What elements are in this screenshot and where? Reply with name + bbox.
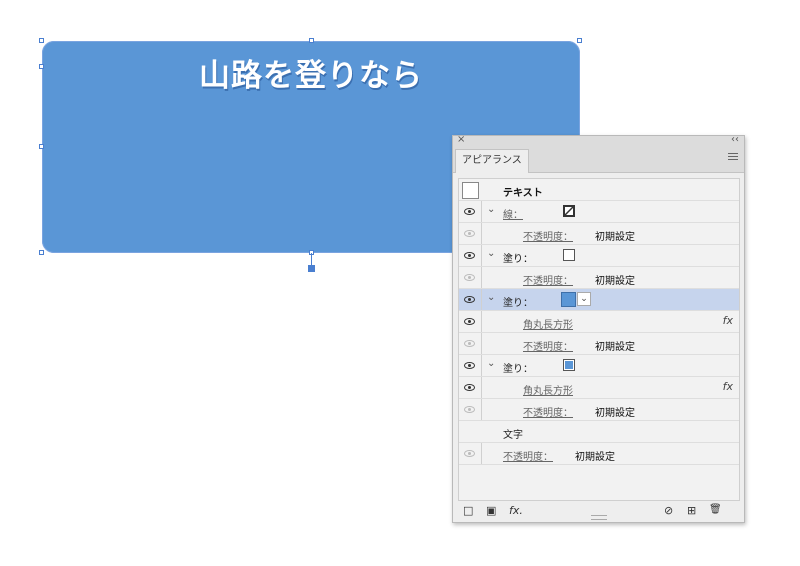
- duplicate-item-icon[interactable]: ⊞: [687, 504, 696, 517]
- visibility-cell: [459, 355, 482, 376]
- collapse-icon[interactable]: ‹‹: [731, 134, 739, 145]
- stroke-none-swatch-icon[interactable]: [563, 205, 575, 217]
- panel-menu-icon[interactable]: [728, 153, 738, 162]
- opacity-value: 初期設定: [575, 452, 615, 463]
- fill-2-opacity-row[interactable]: 不透明度： 初期設定: [459, 333, 739, 355]
- visibility-cell: [459, 267, 482, 288]
- opacity-label[interactable]: 不透明度：: [523, 228, 573, 243]
- effect-label[interactable]: 角丸長方形: [523, 316, 573, 331]
- visibility-cell: [459, 333, 482, 354]
- fill-3-opacity-row[interactable]: 不透明度： 初期設定: [459, 399, 739, 421]
- selection-handle-top-right[interactable]: [577, 38, 582, 43]
- opacity-label[interactable]: 不透明度：: [523, 272, 573, 287]
- close-icon[interactable]: ×: [457, 134, 465, 145]
- fill-label: 塗り：: [503, 364, 533, 375]
- opacity-value: 初期設定: [595, 276, 635, 287]
- visibility-cell: [459, 245, 482, 266]
- effect-row[interactable]: 角丸長方形 fx: [459, 377, 739, 399]
- visibility-cell: [459, 289, 482, 310]
- visibility-cell: [459, 443, 482, 464]
- visibility-cell: [459, 311, 482, 332]
- eye-icon[interactable]: [464, 362, 475, 369]
- eye-icon[interactable]: [464, 340, 475, 347]
- selection-handle-bottom-left[interactable]: [39, 250, 44, 255]
- center-point-handle[interactable]: [308, 265, 315, 272]
- characters-label: 文字: [503, 430, 523, 441]
- eye-icon[interactable]: [464, 274, 475, 281]
- opacity-label[interactable]: 不透明度：: [503, 448, 553, 463]
- stroke-opacity-row[interactable]: 不透明度： 初期設定: [459, 223, 739, 245]
- stroke-label[interactable]: 線：: [503, 206, 523, 221]
- delete-item-icon[interactable]: 🗑: [709, 504, 722, 515]
- visibility-cell: [459, 399, 482, 420]
- eye-icon[interactable]: [464, 406, 475, 413]
- fill-1-opacity-row[interactable]: 不透明度： 初期設定: [459, 267, 739, 289]
- eye-icon[interactable]: [464, 208, 475, 215]
- add-new-effect-icon[interactable]: fx.: [509, 504, 523, 517]
- fill-label: 塗り：: [503, 254, 533, 265]
- add-new-fill-icon[interactable]: ▣: [486, 504, 496, 517]
- chevron-down-icon[interactable]: ⌄: [577, 292, 591, 306]
- eye-icon[interactable]: [464, 384, 475, 391]
- selection-handle-middle-left-2[interactable]: [39, 144, 44, 149]
- visibility-cell: [459, 377, 482, 398]
- visibility-cell: [459, 223, 482, 244]
- appearance-panel: × ‹‹ アピアランス テキスト ⌄ 線： 不透明度： 初期設定 ⌄ 塗り： 不…: [452, 134, 745, 523]
- object-row[interactable]: テキスト: [459, 179, 739, 201]
- eye-icon[interactable]: [464, 230, 475, 237]
- panel-resize-grip[interactable]: [591, 515, 607, 520]
- opacity-label[interactable]: 不透明度：: [523, 338, 573, 353]
- eye-icon[interactable]: [464, 252, 475, 259]
- chevron-down-icon[interactable]: ⌄: [487, 248, 495, 259]
- selection-handle-middle-left[interactable]: [39, 64, 44, 69]
- selection-handle-top-middle[interactable]: [309, 38, 314, 43]
- stroke-row[interactable]: ⌄ 線：: [459, 201, 739, 223]
- clear-appearance-icon[interactable]: ⊘: [664, 504, 673, 517]
- characters-row[interactable]: 文字: [459, 421, 739, 443]
- text-opacity-row[interactable]: 不透明度： 初期設定: [459, 443, 739, 465]
- opacity-value: 初期設定: [595, 232, 635, 243]
- opacity-label[interactable]: 不透明度：: [523, 404, 573, 419]
- eye-icon[interactable]: [464, 450, 475, 457]
- effect-row[interactable]: 角丸長方形 fx: [459, 311, 739, 333]
- appearance-list: テキスト ⌄ 線： 不透明度： 初期設定 ⌄ 塗り： 不透明度： 初期設定 ⌄ …: [458, 178, 740, 501]
- fill-none-swatch-icon[interactable]: [563, 249, 575, 261]
- fx-icon[interactable]: fx: [723, 380, 733, 393]
- chevron-down-icon[interactable]: ⌄: [487, 292, 495, 303]
- object-type-label: テキスト: [503, 188, 543, 199]
- chevron-down-icon[interactable]: ⌄: [487, 204, 495, 215]
- fill-row-1[interactable]: ⌄ 塗り：: [459, 245, 739, 267]
- selection-handle-top-left[interactable]: [39, 38, 44, 43]
- object-thumbnail: [462, 182, 479, 199]
- eye-icon[interactable]: [464, 318, 475, 325]
- panel-tab-bar: アピアランス: [453, 148, 744, 173]
- fill-row-3[interactable]: ⌄ 塗り：: [459, 355, 739, 377]
- fill-color-swatch-icon[interactable]: [561, 292, 576, 307]
- eye-icon[interactable]: [464, 296, 475, 303]
- tab-appearance[interactable]: アピアランス: [455, 149, 529, 173]
- fill-color-swatch-icon[interactable]: [563, 359, 575, 371]
- opacity-value: 初期設定: [595, 408, 635, 419]
- chevron-down-icon[interactable]: ⌄: [487, 358, 495, 369]
- effect-label[interactable]: 角丸長方形: [523, 382, 573, 397]
- visibility-cell: [459, 201, 482, 222]
- opacity-value: 初期設定: [595, 342, 635, 353]
- fill-row-2[interactable]: ⌄ 塗り： ⌄: [459, 289, 739, 311]
- fx-icon[interactable]: fx: [723, 314, 733, 327]
- fill-label: 塗り：: [503, 298, 533, 309]
- add-new-stroke-icon[interactable]: □: [463, 504, 473, 517]
